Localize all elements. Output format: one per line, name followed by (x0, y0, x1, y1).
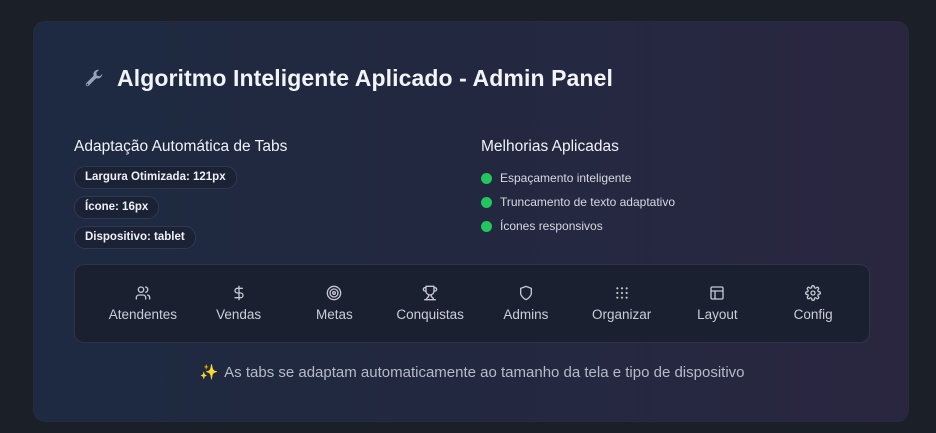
trophy-icon (422, 285, 438, 301)
list-item: Espaçamento inteligente (481, 166, 675, 190)
grid-icon (614, 285, 630, 301)
improvements-heading: Melhorias Aplicadas (481, 138, 619, 155)
tab-conquistas[interactable]: Conquistas (382, 276, 478, 332)
improvements-list: Espaçamento inteligente Truncamento de t… (481, 166, 675, 238)
device-badge: Dispositivo: tablet (74, 226, 196, 249)
wrench-icon (82, 67, 106, 91)
improvements-section: Melhorias Aplicadas Espaçamento intelige… (481, 138, 675, 238)
tab-organizar[interactable]: Organizar (574, 276, 670, 332)
list-item: Truncamento de texto adaptativo (481, 190, 675, 214)
status-dot-icon (481, 196, 492, 208)
layout-icon (709, 285, 725, 301)
dollar-icon (231, 285, 247, 301)
gear-icon (805, 285, 822, 301)
shield-icon (518, 285, 534, 301)
tab-label: Conquistas (396, 307, 464, 322)
users-icon (135, 285, 151, 301)
page-title-text: Algoritmo Inteligente Aplicado - Admin P… (117, 65, 613, 91)
tab-label: Vendas (216, 307, 262, 322)
footer-note: ✨ As tabs se adaptam automaticamente ao t… (34, 363, 910, 381)
tab-bar: Atendentes Vendas Metas Conquistas Admin… (74, 264, 870, 343)
improvement-label: Espaçamento inteligente (500, 171, 632, 185)
footer-note-text: As tabs se adaptam automaticamente ao ta… (224, 364, 745, 381)
page-title: Algoritmo Inteligente Aplicado - Admin P… (82, 65, 613, 92)
tab-atendentes[interactable]: Atendentes (95, 276, 191, 332)
tab-layout[interactable]: Layout (670, 276, 766, 332)
target-icon (326, 285, 342, 301)
tab-label: Admins (503, 307, 549, 322)
improvement-label: Truncamento de texto adaptativo (500, 195, 675, 209)
admin-panel-card: Algoritmo Inteligente Aplicado - Admin P… (33, 21, 909, 422)
adaptation-section: Adaptação Automática de Tabs Largura Oti… (74, 138, 287, 256)
tab-config[interactable]: Config (765, 276, 861, 332)
tab-metas[interactable]: Metas (287, 276, 383, 332)
list-item: Ícones responsivos (481, 214, 675, 238)
icon-size-badge: Ícone: 16px (74, 196, 160, 219)
tab-vendas[interactable]: Vendas (191, 276, 287, 332)
tab-label: Organizar (591, 307, 652, 322)
width-badge: Largura Otimizada: 121px (74, 166, 237, 189)
tab-label: Layout (697, 307, 738, 322)
status-dot-icon (481, 172, 492, 184)
tab-label: Config (793, 307, 833, 322)
improvement-label: Ícones responsivos (500, 219, 603, 233)
tab-admins[interactable]: Admins (478, 276, 574, 332)
adaptation-heading: Adaptação Automática de Tabs (74, 138, 288, 155)
tab-label: Metas (315, 307, 353, 322)
tab-label: Atendentes (108, 307, 178, 322)
sparkles-icon: ✨ (199, 364, 219, 381)
status-dot-icon (481, 220, 492, 232)
